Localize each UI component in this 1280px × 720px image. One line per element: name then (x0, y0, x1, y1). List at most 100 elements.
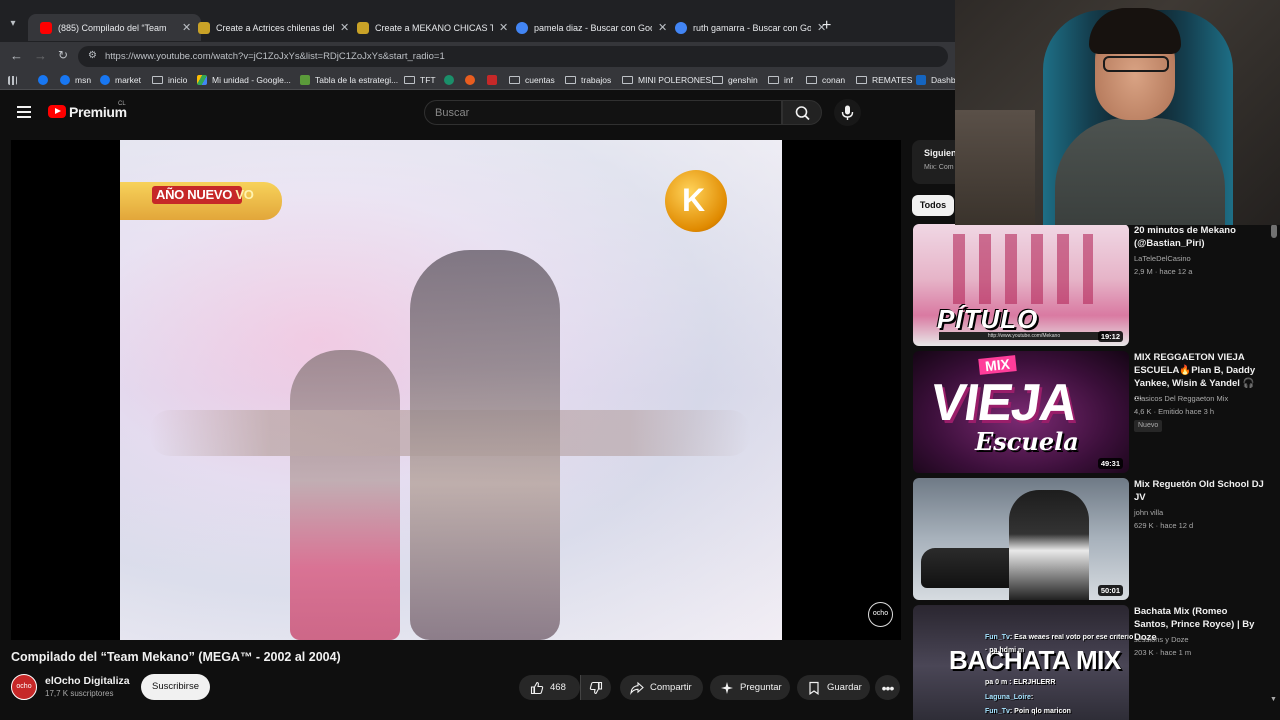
back-arrow-icon[interactable]: ← (10, 48, 23, 63)
recommendation-thumbnail[interactable]: MIX VIEJA Escuela 49:31 (913, 351, 1129, 473)
dislike-button[interactable] (580, 675, 611, 700)
app-icon (487, 75, 497, 85)
bookmark-app-1[interactable] (444, 73, 459, 87)
folder-icon (509, 76, 520, 84)
glasses (1103, 56, 1169, 72)
browser-tab-actrices[interactable]: Create a Actrices chilenas del M ✕ (186, 14, 359, 41)
thumbnail-text: MIX (978, 355, 1017, 375)
recommendation-channel[interactable]: LaTeleDelCasino (1134, 254, 1191, 263)
browser-tab-youtube[interactable]: (885) Compilado del “Team ✕ (28, 14, 202, 41)
stream-chat-overlay: Fun_Tv: Esa weaes real voto por ese crit… (985, 634, 1165, 720)
thumbnail-text: VIEJA (926, 374, 1081, 432)
bookmark-folder-genshin[interactable]: genshin (712, 73, 758, 87)
url-text[interactable]: https://www.youtube.com/watch?v=jC1ZoJxY… (105, 51, 445, 62)
save-button[interactable]: Guardar (797, 675, 870, 700)
search-button[interactable] (782, 100, 822, 125)
folder-icon (768, 76, 779, 84)
channel-name[interactable]: elOcho Digitaliza (45, 675, 130, 687)
video-duration: 49:31 (1097, 458, 1123, 469)
video-duration: 19:12 (1097, 331, 1123, 342)
video-dancer-figure (410, 250, 560, 640)
bookmark-app-2[interactable] (465, 73, 480, 87)
bookmark-folder-remates[interactable]: REMATES (856, 73, 912, 87)
page-favicon-icon (357, 21, 369, 34)
thumbnail-text: Escuela (975, 427, 1079, 456)
video-frame[interactable]: AÑO NUEVO VO K (120, 140, 782, 640)
share-button[interactable]: Compartir (620, 675, 703, 700)
channel-k-letter: K (682, 182, 706, 218)
screen-root: ▾ (885) Compilado del “Team ✕ Create a A… (0, 0, 1280, 720)
video-player[interactable]: AÑO NUEVO VO K ocho (11, 140, 901, 640)
bookmark-dashboard[interactable]: Dashbo (916, 73, 960, 87)
filter-chip-all[interactable]: Todos (912, 195, 954, 216)
microphone-icon (841, 105, 854, 120)
menu-hamburger-icon[interactable] (17, 106, 31, 118)
tab-title: pamela diaz - Buscar con Goog (534, 22, 652, 33)
bookmark-google-drive[interactable]: Mi unidad - Google... (197, 73, 291, 87)
voice-search-button[interactable] (834, 99, 861, 126)
recommendation-thumbnail[interactable]: 50:01 (913, 478, 1129, 600)
browser-tab-pamela-diaz[interactable]: pamela diaz - Buscar con Goog ✕ (504, 14, 677, 41)
bookmark-folder-trabajos[interactable]: trabajos (565, 73, 611, 87)
thumbs-down-icon (589, 681, 603, 694)
address-bar[interactable]: ⚙ https://www.youtube.com/watch?v=jC1ZoJ… (78, 46, 948, 67)
recommendation-channel[interactable]: john villa (1134, 508, 1163, 517)
folder-icon (856, 76, 867, 84)
playlist-panel-subtitle: Mix: Com (924, 164, 954, 171)
bookmark-facebook[interactable] (38, 73, 53, 87)
search-box (424, 100, 782, 125)
search-input[interactable] (435, 101, 765, 124)
thumbnail-text: PÍTULO (937, 304, 1039, 334)
tab-title: Create a Actrices chilenas del M (216, 22, 334, 33)
recommendation-title[interactable]: 20 minutos de Mekano (@Bastian_Piri) (1134, 224, 1264, 250)
bookmark-folder-conan[interactable]: conan (806, 73, 845, 87)
recommendation-meta: 2,9 M · hace 12 a (1134, 267, 1193, 276)
site-settings-icon[interactable]: ⚙ (88, 50, 97, 61)
recommendation-channel[interactable]: Clasicos Del Reggaeton Mix (1134, 394, 1228, 403)
recommendation-meta: 4,6 K · Emitido hace 3 h (1134, 407, 1215, 416)
new-tab-plus-icon[interactable]: + (822, 18, 831, 34)
bookmark-market[interactable]: market (100, 73, 141, 87)
bookmark-tabla-estrategia[interactable]: Tabla de la estrategi... (300, 73, 398, 87)
more-horizontal-icon: ••• (881, 679, 895, 696)
tab-search-chevron-icon[interactable]: ▾ (6, 18, 20, 32)
channel-avatar[interactable]: ocho (11, 674, 37, 700)
facebook-icon (100, 75, 110, 85)
playlist-panel-title: Siguien (924, 148, 957, 158)
forward-arrow-icon[interactable]: → (34, 48, 47, 63)
video-banner-text: AÑO NUEVO VO (156, 187, 254, 202)
reload-icon[interactable]: ↻ (58, 48, 68, 62)
scroll-down-arrow-icon[interactable]: ▼ (1270, 696, 1277, 703)
sheet-icon (300, 75, 310, 85)
subscriber-count: 17,7 K suscriptores (45, 689, 114, 698)
video-banner: AÑO NUEVO VO (120, 182, 282, 220)
browser-tab-ruth-gamarra[interactable]: ruth gamarra - Buscar con Goo ✕ (663, 14, 836, 41)
tab-title: Create a MEKANO CHICAS Tie (375, 22, 493, 33)
channel-watermark[interactable]: ocho (868, 602, 893, 627)
like-count: 468 (550, 682, 566, 693)
video-title: Compilado del “Team Mekano” (MEGA™ - 200… (11, 650, 341, 664)
apps-grid-icon[interactable] (8, 73, 22, 87)
youtube-logo-icon[interactable] (48, 105, 66, 118)
recommendation-thumbnail[interactable]: PÍTULO http://www.youtube.com/Mekano 19:… (913, 224, 1129, 346)
folder-icon (152, 76, 163, 84)
ask-button[interactable]: Preguntar (710, 675, 790, 700)
more-actions-button[interactable]: ••• (875, 675, 900, 700)
bookmark-msn[interactable]: msn (60, 73, 91, 87)
bookmark-app-3[interactable] (487, 73, 502, 87)
sidebar-scrollbar[interactable] (1271, 224, 1277, 238)
recommendation-meta: 629 K · hace 12 d (1134, 521, 1194, 530)
video-duration: 50:01 (1097, 585, 1123, 596)
subscribe-button[interactable]: Suscribirse (141, 674, 210, 700)
streamer-webcam-overlay (955, 0, 1280, 225)
bookmark-folder-cuentas[interactable]: cuentas (509, 73, 555, 87)
browser-tab-mekano-chicas[interactable]: Create a MEKANO CHICAS Tie ✕ (345, 14, 518, 41)
bookmark-folder-inicio[interactable]: inicio (152, 73, 187, 87)
sparkle-icon (721, 681, 733, 694)
playlist-panel[interactable]: Siguien Mix: Com (912, 140, 957, 184)
bookmark-folder-mini-polerones[interactable]: MINI POLERONES (622, 73, 711, 87)
recommendation-title[interactable]: Mix Reguetón Old School DJ JV (1134, 478, 1264, 504)
bookmark-folder-tft[interactable]: TFT (404, 73, 436, 87)
like-button[interactable]: 468 (519, 675, 580, 700)
bookmark-folder-inf[interactable]: inf (768, 73, 793, 87)
